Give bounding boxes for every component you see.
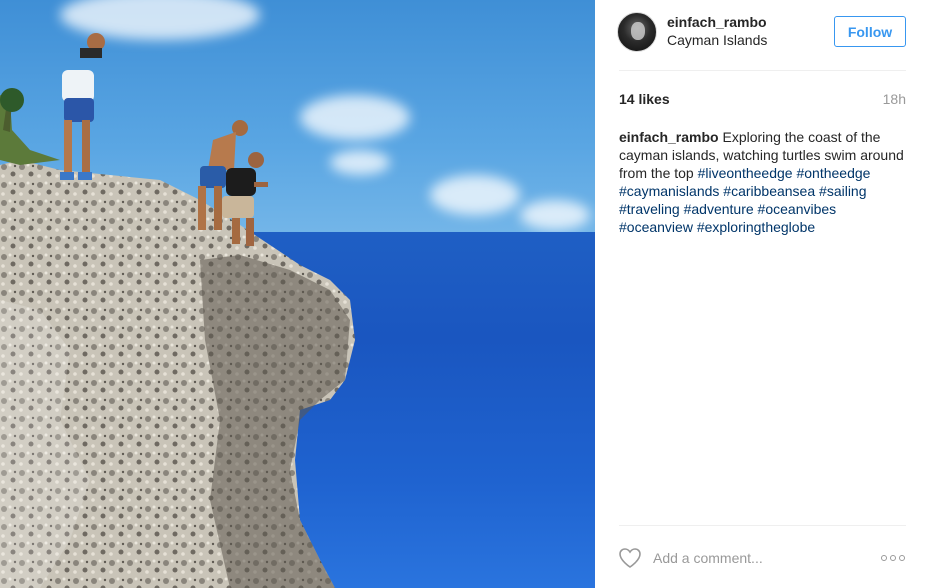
hashtag-link[interactable]: #oceanview xyxy=(619,219,693,235)
hashtag-link[interactable]: #liveontheedge xyxy=(698,165,793,181)
post-photo xyxy=(0,0,595,588)
more-options-icon[interactable] xyxy=(881,553,907,563)
comment-input[interactable] xyxy=(653,546,853,570)
dot xyxy=(899,555,905,561)
dot xyxy=(881,555,887,561)
hashtag-link[interactable]: #ontheedge xyxy=(796,165,870,181)
post-header: einfach_rambo Cayman Islands Follow xyxy=(595,0,927,70)
cliff xyxy=(0,33,355,588)
hashtag-link[interactable]: #caribbeansea xyxy=(723,183,815,199)
header-divider xyxy=(619,70,906,71)
post-side-panel: einfach_rambo Cayman Islands Follow 14 l… xyxy=(595,0,927,588)
comment-divider xyxy=(619,525,906,526)
caption-username[interactable]: einfach_rambo xyxy=(619,129,719,145)
hashtag-link[interactable]: #sailing xyxy=(819,183,866,199)
hashtag-link[interactable]: #traveling xyxy=(619,201,680,217)
post-time[interactable]: 18h xyxy=(883,91,906,107)
dot xyxy=(890,555,896,561)
person-1 xyxy=(60,33,105,180)
hashtag-link[interactable]: #oceanvibes xyxy=(758,201,837,217)
follow-button[interactable]: Follow xyxy=(834,16,906,47)
avatar-face xyxy=(631,22,645,40)
avatar[interactable] xyxy=(617,12,657,52)
hashtag-link[interactable]: #adventure xyxy=(684,201,754,217)
post-caption: einfach_rambo Exploring the coast of the… xyxy=(619,128,907,236)
hashtag-link[interactable]: #caymanislands xyxy=(619,183,719,199)
author-username[interactable]: einfach_rambo xyxy=(667,14,767,30)
post-location[interactable]: Cayman Islands xyxy=(667,32,767,48)
heart-icon[interactable] xyxy=(618,547,642,569)
likes-count[interactable]: 14 likes xyxy=(619,91,670,107)
hashtag-link[interactable]: #exploringtheglobe xyxy=(697,219,815,235)
